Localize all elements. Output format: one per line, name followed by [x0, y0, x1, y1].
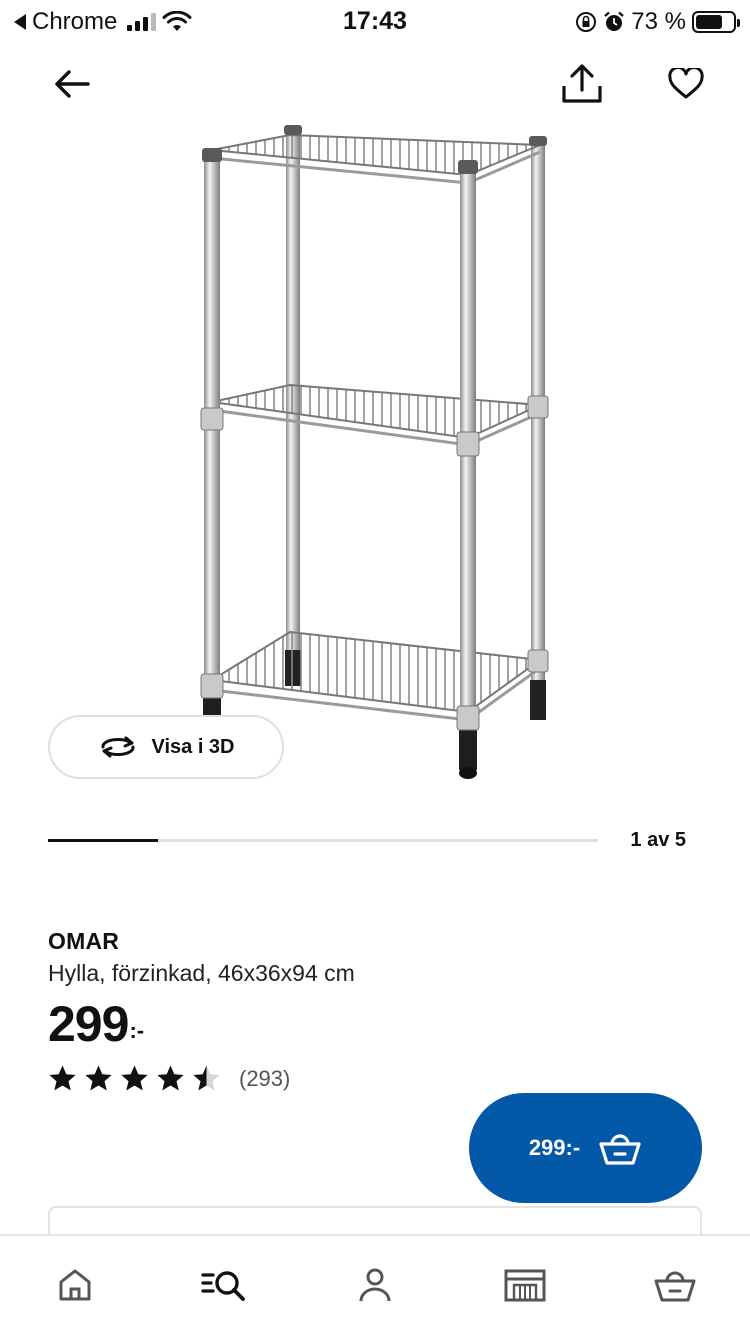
alarm-icon	[604, 11, 625, 31]
review-count: (293)	[239, 1065, 291, 1091]
star-full-icon	[49, 1065, 76, 1091]
product-image[interactable]	[150, 118, 600, 788]
nav-browse[interactable]	[195, 1260, 255, 1310]
favorite-button[interactable]	[660, 60, 712, 108]
rating-stars	[48, 1064, 221, 1093]
product-name: OMAR	[48, 928, 120, 954]
store-icon	[504, 1269, 546, 1302]
rotate-3d-icon	[101, 736, 135, 758]
view-3d-label: Visa i 3D	[151, 735, 235, 758]
battery-percent: 73 %	[631, 8, 686, 35]
nav-cart[interactable]	[645, 1260, 705, 1310]
rotation-lock-icon	[576, 12, 597, 32]
search-browse-icon	[201, 1271, 245, 1301]
status-back-app-label: Chrome	[32, 8, 118, 35]
back-triangle-icon	[14, 14, 26, 30]
gallery-progress-bar	[48, 839, 598, 842]
heart-icon	[668, 68, 704, 99]
product-description: Hylla, förzinkad, 46x36x94 cm	[48, 960, 355, 986]
battery-icon	[692, 11, 740, 33]
gallery-progress-fill	[48, 839, 158, 842]
nav-stores[interactable]	[495, 1260, 555, 1310]
product-price: 299 :-	[48, 996, 144, 1052]
share-button[interactable]	[556, 58, 608, 110]
add-to-cart-price: 299:-	[528, 1135, 581, 1160]
star-full-icon	[157, 1065, 184, 1091]
price-value: 299	[48, 996, 129, 1052]
cart-icon	[654, 1271, 696, 1302]
cellular-signal-icon	[127, 13, 157, 31]
basket-icon	[599, 1134, 641, 1165]
star-half-icon	[193, 1065, 220, 1091]
add-to-cart-button[interactable]: 299:-	[469, 1093, 702, 1203]
wifi-icon	[162, 11, 192, 31]
star-full-icon	[85, 1065, 112, 1091]
nav-home[interactable]	[45, 1260, 105, 1310]
back-button[interactable]	[46, 60, 98, 108]
star-full-icon	[121, 1065, 148, 1091]
view-3d-button[interactable]: Visa i 3D	[48, 715, 284, 779]
share-icon	[562, 64, 602, 103]
gallery-position: 1 av 5	[630, 829, 686, 851]
nav-profile[interactable]	[345, 1260, 405, 1310]
profile-icon	[359, 1268, 391, 1302]
product-rating[interactable]: (293)	[48, 1064, 290, 1093]
price-suffix: :-	[129, 1018, 145, 1043]
status-back-to-app[interactable]: Chrome	[14, 8, 192, 36]
arrow-left-icon	[55, 70, 90, 98]
bottom-navigation	[0, 1234, 750, 1334]
status-bar: Chrome 17:43 73 %	[0, 0, 750, 42]
home-icon	[59, 1269, 91, 1301]
